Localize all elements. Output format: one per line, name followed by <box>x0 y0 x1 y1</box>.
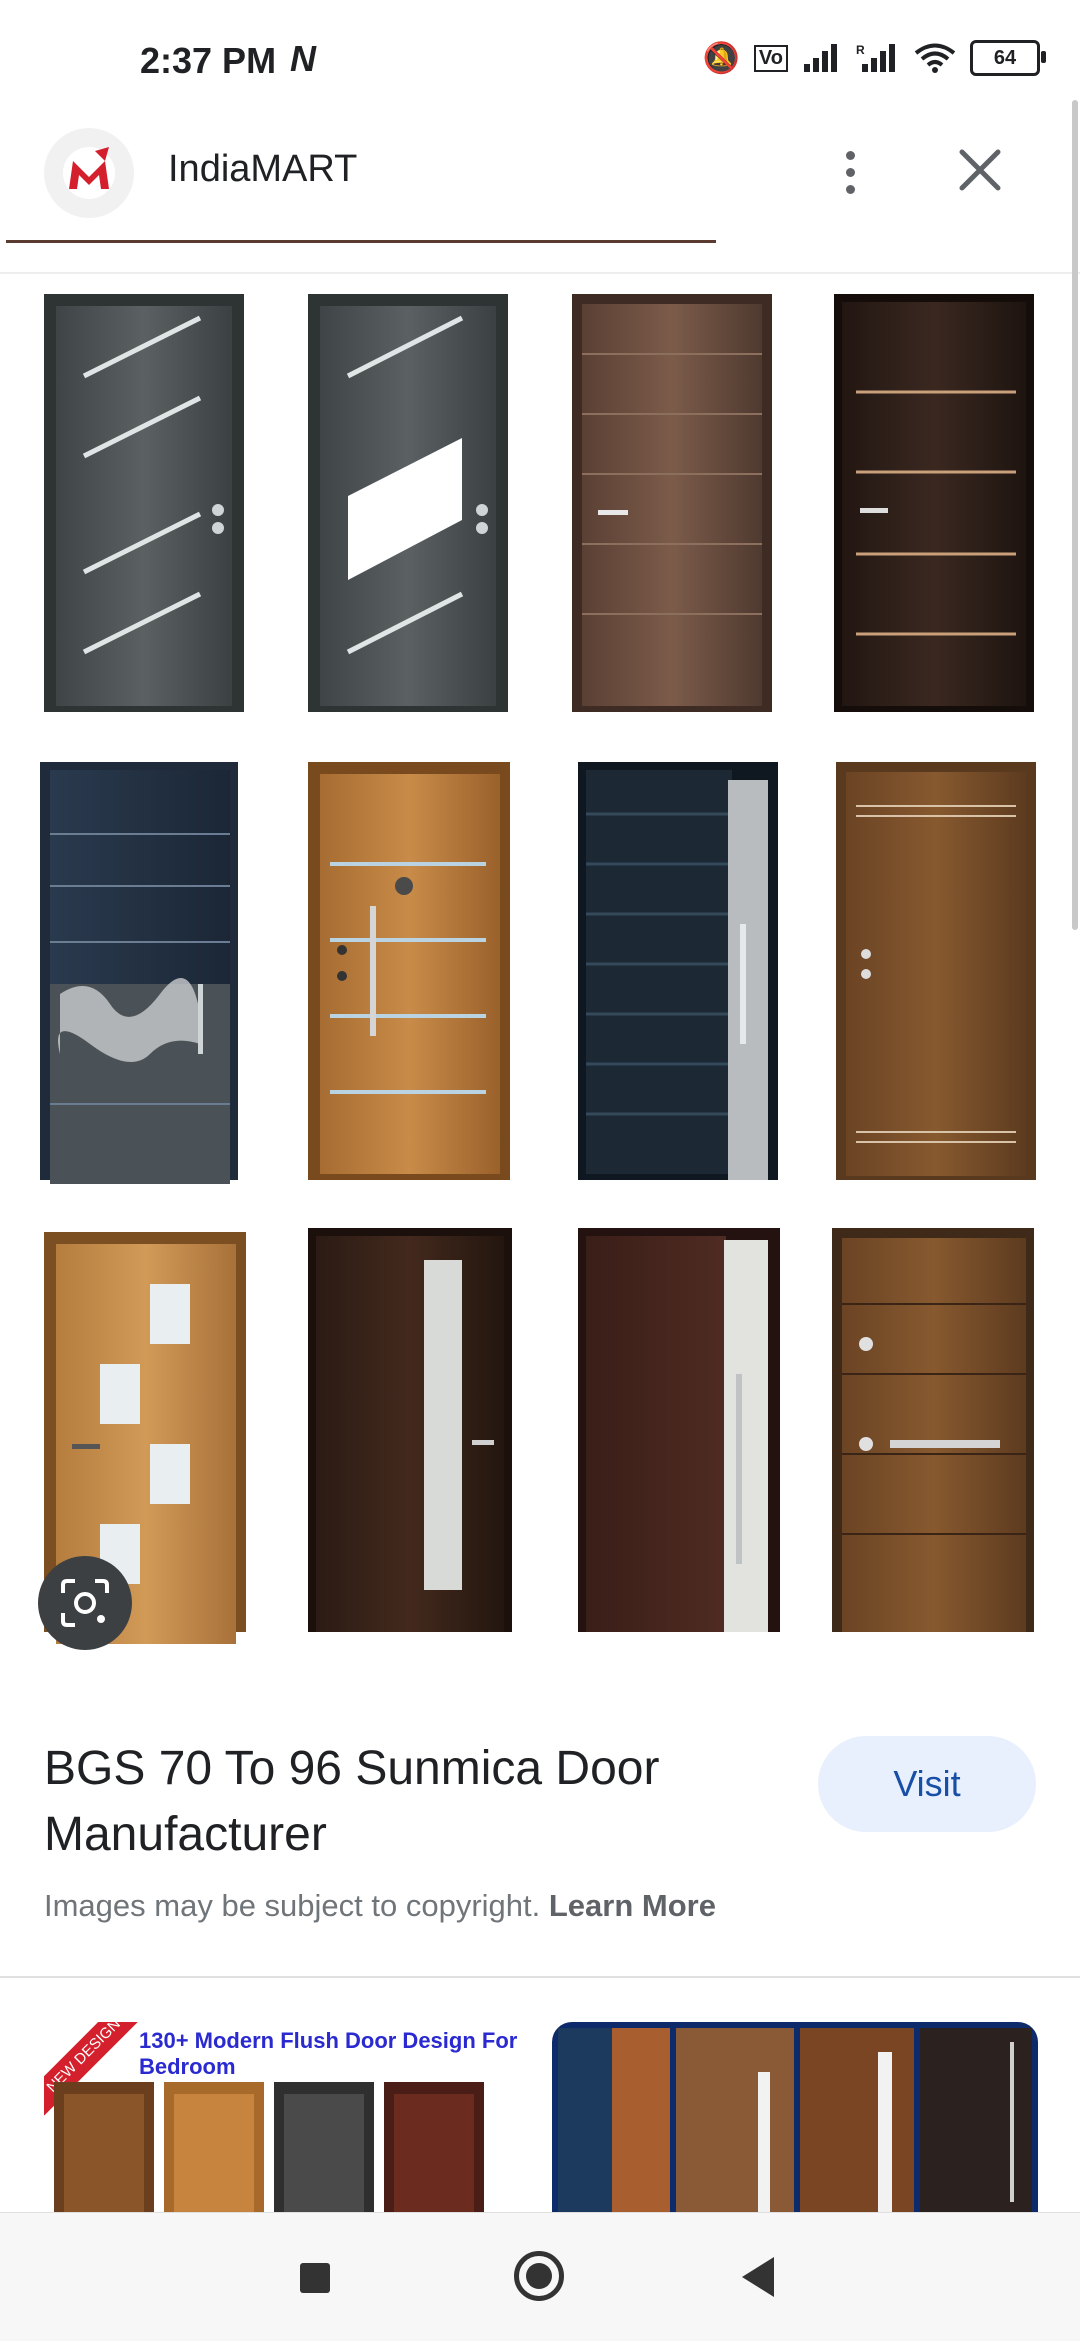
learn-more-link[interactable]: Learn More <box>549 1888 716 1923</box>
door-thumbnail <box>836 762 1036 1180</box>
door-collage-thumbnail <box>558 2028 1032 2212</box>
more-dot-icon <box>845 184 855 194</box>
door-thumbnail <box>44 294 244 712</box>
site-logo <box>44 128 134 218</box>
door-thumbnail <box>308 294 508 712</box>
door-thumbnail <box>308 1228 512 1632</box>
image-title[interactable]: BGS 70 To 96 Sunmica Door Manufacturer <box>44 1736 764 1868</box>
copyright-text: Images may be subject to copyright. <box>44 1888 549 1923</box>
volte-icon: Vo <box>753 44 788 72</box>
door-thumbnail <box>308 762 510 1180</box>
page-scrollbar[interactable] <box>1072 100 1078 930</box>
status-icons: 🔕 Vo R 64 <box>702 40 1046 76</box>
related-image-thumbnail[interactable]: NEW DESIGN 130+ Modern Flush Door Design… <box>44 2022 526 2212</box>
back-button[interactable] <box>742 2257 774 2297</box>
app-header: IndiaMART <box>0 100 1080 240</box>
signal-icon <box>804 44 837 72</box>
image-preview[interactable] <box>0 274 1070 1690</box>
site-name: IndiaMART <box>168 148 358 190</box>
door-thumbnail <box>40 762 238 1184</box>
mute-bell-icon: 🔕 <box>702 41 740 75</box>
indiamart-logo-icon <box>63 147 115 199</box>
door-thumbnail <box>572 294 772 712</box>
status-bar: 2:37 PM N 🔕 Vo R 64 <box>0 0 1080 100</box>
home-button[interactable] <box>514 2251 564 2301</box>
lens-search-button[interactable] <box>38 1556 132 1650</box>
system-nav-bar <box>0 2212 1080 2341</box>
more-dot-icon <box>845 150 855 160</box>
more-dot-icon <box>845 167 855 177</box>
lens-icon <box>61 1579 109 1627</box>
wifi-icon <box>914 43 956 73</box>
door-thumbnail <box>578 762 778 1180</box>
door-thumbnail <box>578 1228 780 1632</box>
image-info-panel: BGS 70 To 96 Sunmica Door Manufacturer V… <box>0 1690 1080 1975</box>
section-divider <box>0 1976 1080 1978</box>
notification-n-icon: N <box>290 38 316 79</box>
status-time: 2:37 PM <box>140 40 277 81</box>
recents-button[interactable] <box>300 2263 330 2293</box>
door-collage-image <box>40 294 1036 1644</box>
copyright-notice: Images may be subject to copyright. Lear… <box>44 1888 716 1924</box>
battery-icon: 64 <box>970 40 1046 76</box>
door-thumbnail <box>832 1228 1034 1632</box>
related-image-thumbnail[interactable] <box>552 2022 1038 2212</box>
svg-text:R: R <box>856 43 865 57</box>
close-icon[interactable] <box>950 140 1010 200</box>
more-options-button[interactable] <box>820 132 880 212</box>
signal-roaming-icon: R <box>856 43 895 72</box>
door-thumbnail <box>834 294 1034 712</box>
door-collage-thumbnail <box>54 2082 484 2212</box>
loading-progress-bar <box>6 240 716 243</box>
visit-button[interactable]: Visit <box>818 1736 1036 1832</box>
